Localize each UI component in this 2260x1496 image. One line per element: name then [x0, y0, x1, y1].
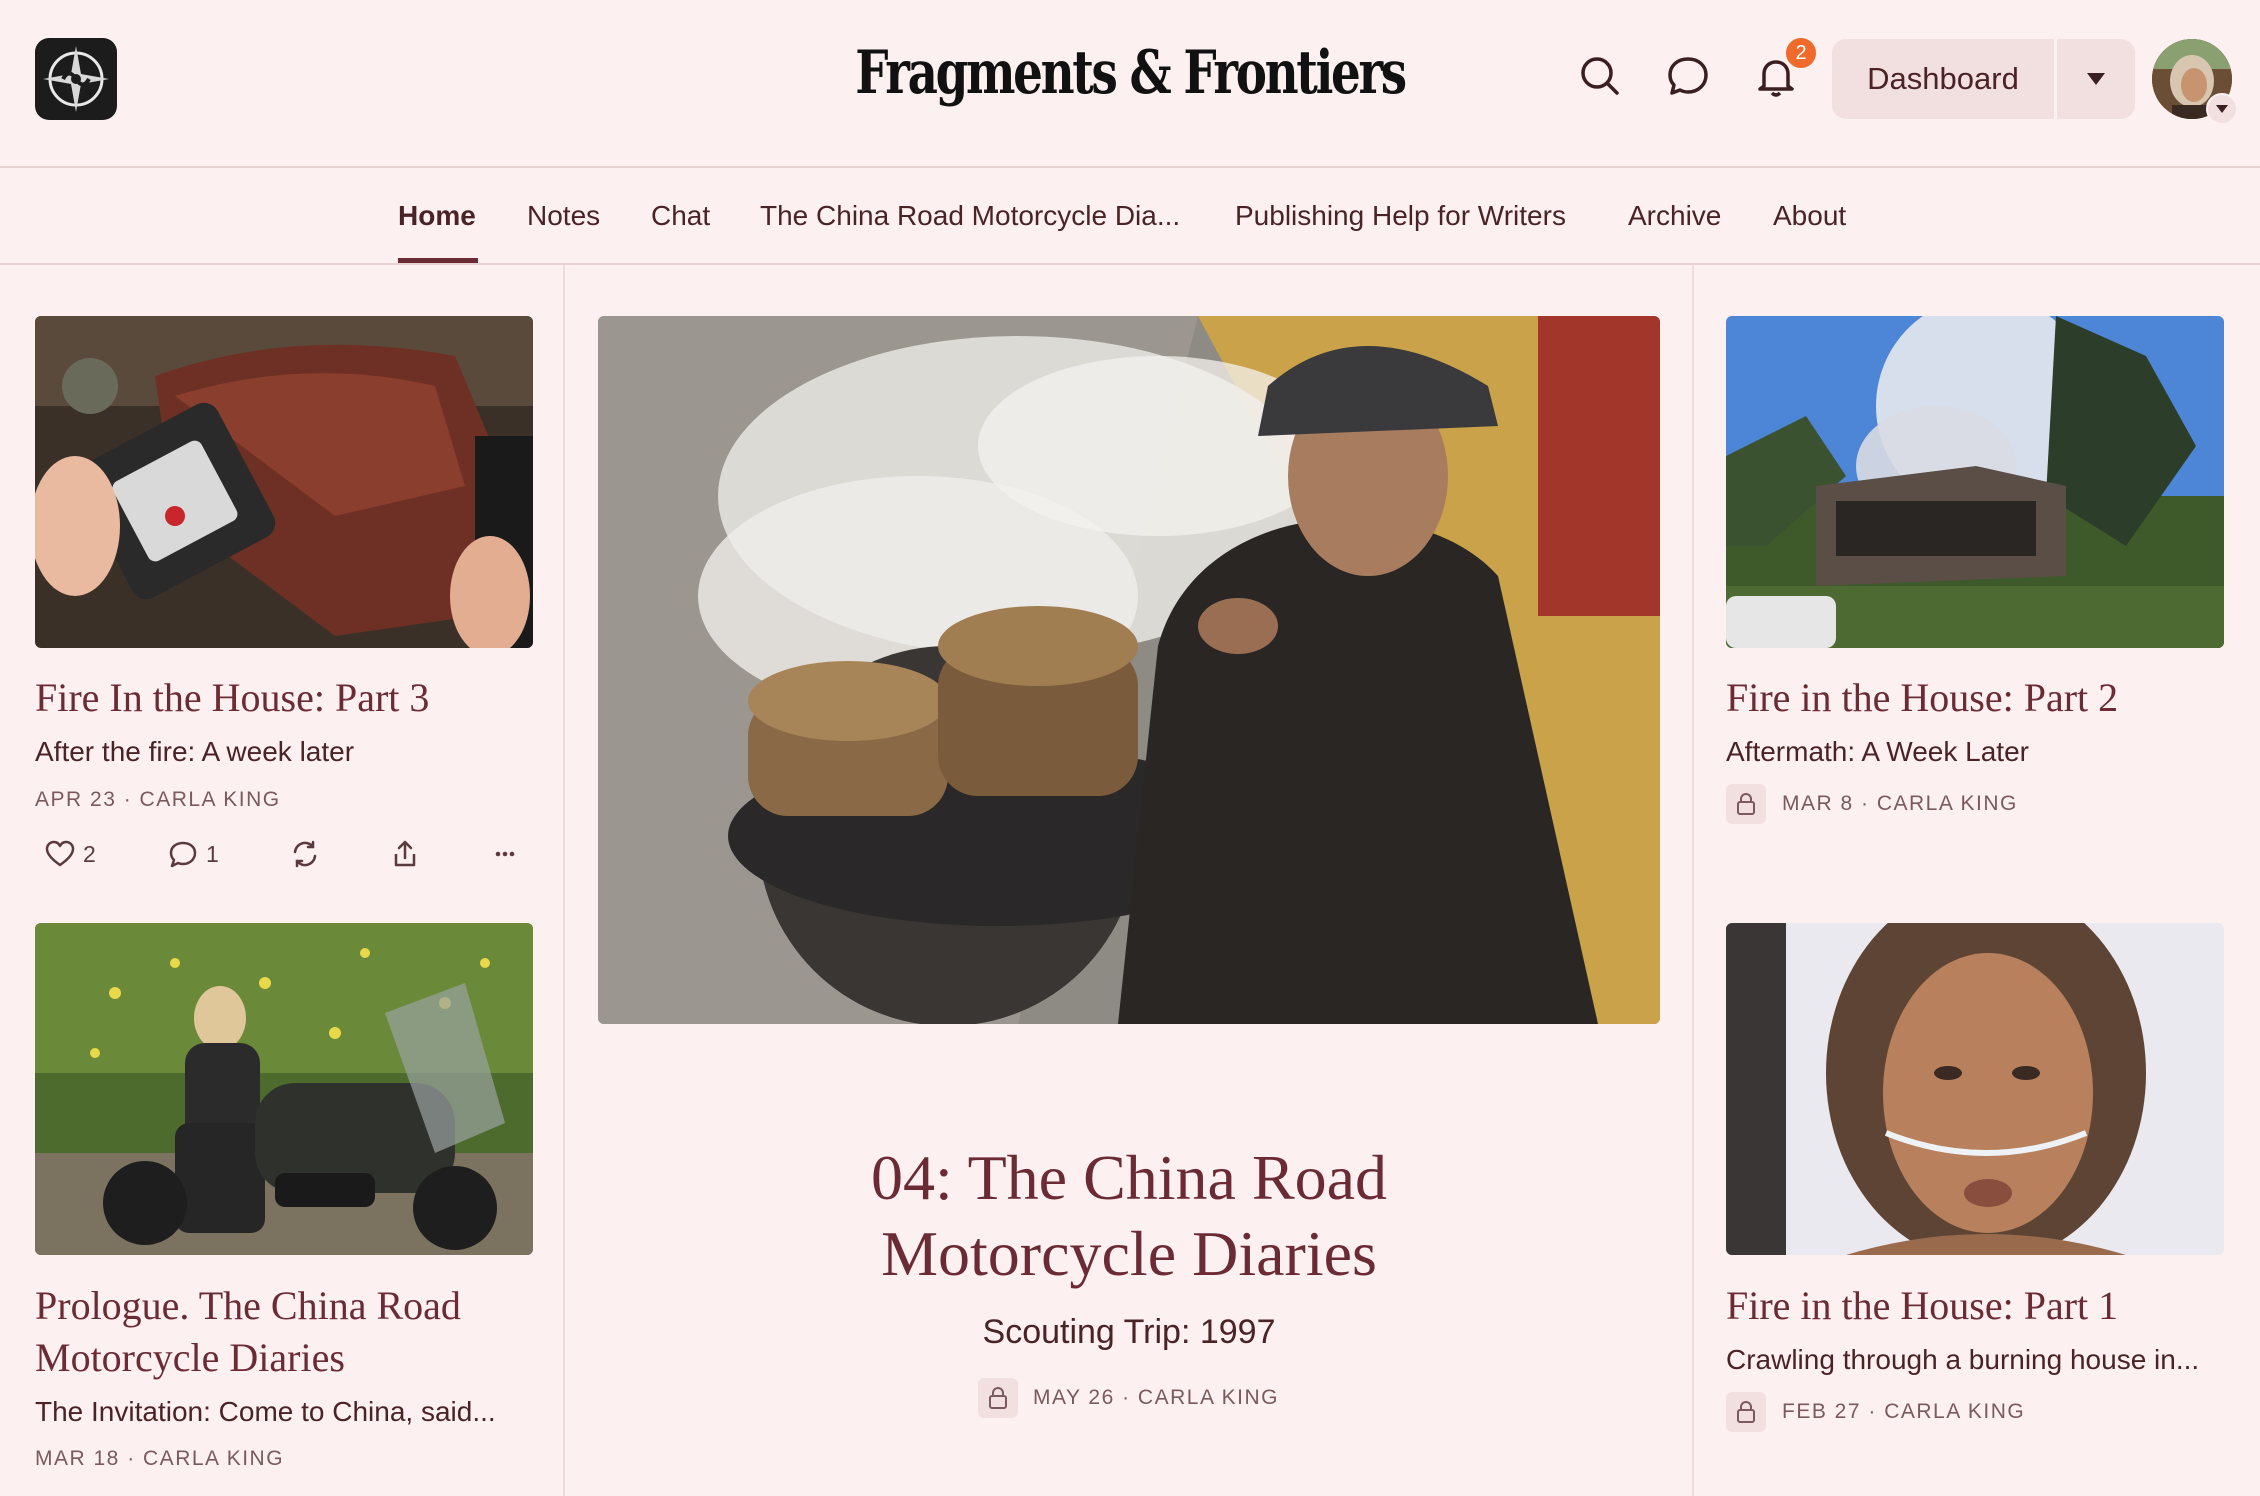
post-title-china-road-04-line2: Motorcycle Diaries	[881, 1218, 1377, 1289]
site-title[interactable]: Fragments & Frontiers	[249, 38, 2012, 108]
post-meta-china-road-04: MAY 26 · CARLA KING	[1033, 1386, 1279, 1409]
post-meta-prologue: MAR 18 · CARLA KING	[35, 1447, 285, 1470]
post-meta-fire-part1: FEB 27 · CARLA KING	[1782, 1400, 2026, 1423]
notification-badge: 2	[1783, 35, 1819, 71]
comment-button[interactable]: 1	[168, 836, 219, 872]
comment-count: 1	[206, 840, 219, 867]
post-thumbnail-prologue[interactable]	[35, 923, 533, 1255]
section-nav: Home Notes Chat The China Road Motorcycl…	[0, 168, 2260, 263]
post-title-fire-part2[interactable]: Fire in the House: Part 2	[1726, 672, 2118, 724]
post-subtitle-china-road-04: Scouting Trip: 1997	[982, 1313, 1276, 1351]
post-title-prologue-line1: Prologue. The China Road	[35, 1283, 461, 1328]
post-subtitle-fire-part1: Crawling through a burning house in...	[1726, 1344, 2200, 1375]
post-thumbnail-fire-part3[interactable]	[35, 316, 533, 648]
nav-item-china-road[interactable]: The China Road Motorcycle Dia...	[760, 168, 1180, 263]
chevron-down-icon	[2087, 73, 2105, 85]
top-bar: Fragments & Frontiers 2 Dashboard	[0, 0, 2260, 166]
restack-icon	[293, 840, 317, 868]
post-subtitle-fire-part2: Aftermath: A Week Later	[1726, 736, 2029, 767]
more-options-button[interactable]	[490, 836, 520, 872]
dashboard-button[interactable]: Dashboard	[1832, 39, 2054, 119]
post-title-fire-part1[interactable]: Fire in the House: Part 1	[1726, 1280, 2118, 1332]
paywall-lock-icon	[1726, 1392, 1766, 1432]
post-title-china-road-04[interactable]: 04: The China Road Motorcycle Diaries	[598, 1140, 1660, 1292]
paywall-lock-icon	[1726, 784, 1766, 824]
nav-item-home[interactable]: Home	[398, 168, 476, 263]
comment-icon	[169, 841, 197, 868]
account-menu-chevron-icon[interactable]	[2206, 93, 2238, 125]
heart-icon	[45, 840, 75, 867]
post-subtitle-fire-part3: After the fire: A week later	[35, 736, 355, 767]
restack-button[interactable]	[290, 836, 320, 872]
like-button[interactable]: 2	[45, 836, 96, 872]
dashboard-menu-button[interactable]	[2057, 39, 2135, 119]
nav-item-publishing-help[interactable]: Publishing Help for Writers	[1235, 168, 1566, 263]
search-icon[interactable]	[1576, 52, 1624, 100]
post-thumbnail-fire-part1[interactable]	[1726, 923, 2224, 1255]
post-subtitle-prologue: The Invitation: Come to China, said...	[35, 1396, 496, 1427]
nav-divider-bottom	[0, 263, 2260, 265]
share-icon	[394, 840, 416, 867]
post-meta-fire-part2: MAR 8 · CARLA KING	[1782, 792, 2018, 815]
chat-bubble-icon[interactable]	[1664, 52, 1712, 100]
site-logo-icon[interactable]	[35, 38, 117, 120]
post-thumbnail-fire-part2[interactable]	[1726, 316, 2224, 648]
post-title-china-road-04-line1: 04: The China Road	[870, 1142, 1388, 1213]
post-hero-image-china-road[interactable]	[598, 316, 1660, 1024]
nav-item-archive[interactable]: Archive	[1628, 168, 1721, 263]
post-title-fire-part3[interactable]: Fire In the House: Part 3	[35, 672, 429, 724]
post-title-prologue-line2: Motorcycle Diaries	[35, 1335, 345, 1380]
column-divider-right	[1692, 265, 1694, 1496]
nav-item-about[interactable]: About	[1773, 168, 1846, 263]
ellipsis-icon	[495, 851, 515, 857]
share-button[interactable]	[390, 836, 420, 872]
like-count: 2	[83, 840, 96, 867]
paywall-lock-icon	[978, 1378, 1018, 1418]
post-title-prologue[interactable]: Prologue. The China Road Motorcycle Diar…	[35, 1280, 461, 1384]
post-meta-fire-part3: APR 23 · CARLA KING	[35, 788, 281, 811]
nav-item-chat[interactable]: Chat	[651, 168, 710, 263]
column-divider-left	[563, 265, 565, 1496]
nav-item-notes[interactable]: Notes	[527, 168, 600, 263]
